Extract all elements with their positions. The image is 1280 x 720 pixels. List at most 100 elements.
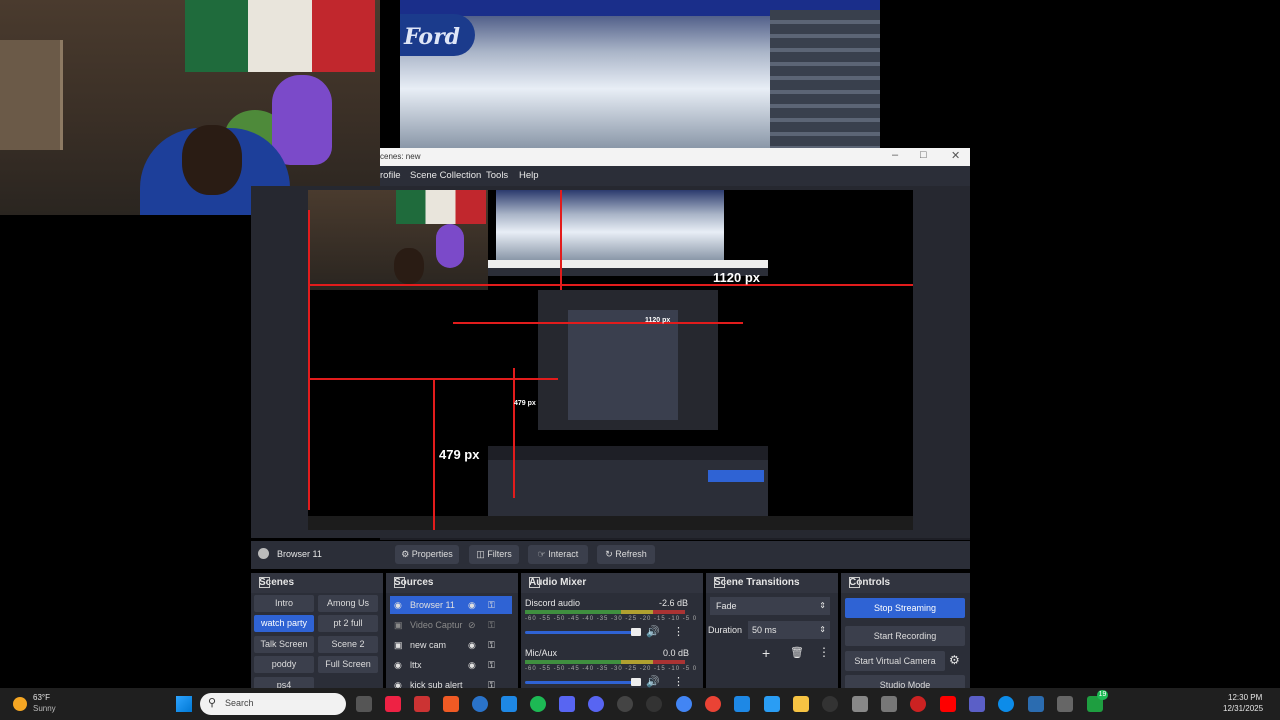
- sun-icon[interactable]: [13, 697, 27, 711]
- stop-streaming-button[interactable]: Stop Streaming: [845, 598, 965, 618]
- undock-icon[interactable]: [259, 577, 270, 588]
- menu-tools[interactable]: Tools: [486, 170, 508, 181]
- obs-titlebar[interactable]: cenes: new – □ ✕: [380, 148, 970, 166]
- channel-discord-name: Discord audio: [525, 598, 581, 608]
- app-icon[interactable]: [414, 696, 430, 712]
- maximize-icon[interactable]: □: [920, 149, 927, 161]
- menu-scene-collection[interactable]: Scene Collection: [410, 170, 481, 181]
- youtube-icon[interactable]: [940, 696, 956, 712]
- add-icon[interactable]: +: [762, 645, 770, 661]
- app-icon[interactable]: [646, 696, 662, 712]
- chrome-icon[interactable]: [705, 696, 721, 712]
- eye-hidden-icon[interactable]: ⊘: [468, 616, 476, 634]
- brave-icon[interactable]: [443, 696, 459, 712]
- notepad-icon[interactable]: [1028, 696, 1044, 712]
- scene-intro[interactable]: Intro: [254, 595, 314, 612]
- obs-preview[interactable]: 1120 px 479 px 1120 px 479 px: [308, 190, 913, 530]
- minimize-icon[interactable]: –: [892, 149, 898, 161]
- studio-mode-button[interactable]: Studio Mode: [845, 675, 965, 688]
- app-icon[interactable]: [764, 696, 780, 712]
- scene-pt-2-full[interactable]: pt 2 full: [318, 615, 378, 632]
- discord-icon[interactable]: [588, 696, 604, 712]
- eye-icon[interactable]: ◉: [468, 656, 476, 674]
- lock-icon[interactable]: ⚿: [488, 636, 495, 654]
- obs-icon[interactable]: [617, 696, 633, 712]
- speaker-icon[interactable]: 🔊: [646, 675, 660, 688]
- globe-icon: ◉: [394, 660, 402, 670]
- inner-width-label: 1120 px: [645, 317, 671, 324]
- duration-input[interactable]: 50 ms ⇕: [748, 621, 830, 639]
- app-icon[interactable]: [472, 696, 488, 712]
- spotify-icon[interactable]: [530, 696, 546, 712]
- close-icon[interactable]: ✕: [951, 149, 960, 162]
- start-recording-button[interactable]: Start Recording: [845, 626, 965, 646]
- browser-source-icon: [258, 548, 269, 559]
- eye-icon[interactable]: ◉: [468, 596, 476, 614]
- scene-full-screen[interactable]: Full Screen: [318, 656, 378, 673]
- chrome-icon[interactable]: [676, 696, 692, 712]
- source-row-lttx[interactable]: ◉ lttx ◉ ⚿: [390, 656, 512, 674]
- scene-talk-screen[interactable]: Talk Screen: [254, 636, 314, 653]
- task-view-icon[interactable]: [356, 696, 372, 712]
- mic-volume-slider[interactable]: [525, 678, 641, 686]
- kebab-menu-icon[interactable]: ⋮: [818, 645, 830, 659]
- bbox-line-inner-v: [513, 368, 515, 498]
- scene-poddy[interactable]: poddy: [254, 656, 314, 673]
- filters-button[interactable]: ◫ Filters: [469, 545, 519, 564]
- trash-icon[interactable]: 🗑: [790, 646, 804, 659]
- copilot-icon[interactable]: [385, 696, 401, 712]
- undock-icon[interactable]: [529, 577, 540, 588]
- app-icon[interactable]: [881, 696, 897, 712]
- clock-date[interactable]: 12/31/2025: [1223, 704, 1263, 713]
- edge-icon[interactable]: [998, 696, 1014, 712]
- scene-ps4[interactable]: ps4: [254, 677, 314, 688]
- preview-obs-window: [488, 260, 768, 530]
- lock-icon[interactable]: ⚿: [488, 676, 495, 688]
- app-icon[interactable]: [559, 696, 575, 712]
- kebab-menu-icon[interactable]: ⋮: [673, 625, 684, 638]
- source-row-kick-sub-alert[interactable]: ◉ kick sub alert ⚿: [390, 676, 512, 688]
- teams-icon[interactable]: [969, 696, 985, 712]
- weather-temp[interactable]: 63°F: [33, 693, 50, 702]
- preview-taskbar: [308, 516, 913, 530]
- start-virtual-camera-button[interactable]: Start Virtual Camera: [845, 651, 945, 671]
- scene-watch-party[interactable]: watch party: [254, 615, 314, 632]
- clock-time[interactable]: 12:30 PM: [1228, 693, 1262, 702]
- eye-icon[interactable]: ◉: [468, 636, 476, 654]
- speaker-icon[interactable]: 🔊: [646, 625, 660, 638]
- db-scale: -60 -55 -50 -45 -40 -35 -30 -25 -20 -15 …: [525, 666, 698, 672]
- undock-icon[interactable]: [714, 577, 725, 588]
- windows-start-icon[interactable]: [176, 696, 192, 712]
- lock-icon[interactable]: ⚿: [488, 656, 495, 674]
- discord-volume-slider[interactable]: [525, 628, 641, 636]
- menu-profile[interactable]: rofile: [380, 170, 401, 181]
- settings-icon[interactable]: [1057, 696, 1073, 712]
- menu-help[interactable]: Help: [519, 170, 539, 181]
- globe-icon: ◉: [394, 600, 402, 610]
- taskbar-search-box[interactable]: ⚲ Search: [200, 693, 346, 715]
- source-row-video-capture[interactable]: ▣ Video Captur ⊘ ⚿: [390, 616, 512, 634]
- scene-scene-2[interactable]: Scene 2: [318, 636, 378, 653]
- spinner-icon[interactable]: ⇕: [819, 621, 826, 639]
- properties-button[interactable]: ⚙ Properties: [395, 545, 459, 564]
- ford-logo: Ford: [400, 14, 475, 56]
- source-row-browser-11[interactable]: ◉ Browser 11 ◉ ⚿: [390, 596, 512, 614]
- lock-icon[interactable]: ⚿: [488, 596, 495, 614]
- windows-taskbar: 63°F Sunny ⚲ Search 19 12:30 PM 12/31/20…: [0, 688, 1280, 720]
- app-icon[interactable]: [822, 696, 838, 712]
- app-icon[interactable]: [734, 696, 750, 712]
- opera-icon[interactable]: [910, 696, 926, 712]
- undock-icon[interactable]: [394, 577, 405, 588]
- photos-icon[interactable]: [501, 696, 517, 712]
- interact-button[interactable]: ☞ Interact: [528, 545, 588, 564]
- gear-icon[interactable]: ⚙: [949, 653, 960, 667]
- undock-icon[interactable]: [849, 577, 860, 588]
- lock-icon[interactable]: ⚿: [488, 616, 495, 634]
- app-icon[interactable]: [852, 696, 868, 712]
- source-row-new-cam[interactable]: ▣ new cam ◉ ⚿: [390, 636, 512, 654]
- scene-among-us[interactable]: Among Us: [318, 595, 378, 612]
- refresh-button[interactable]: ↻ Refresh: [597, 545, 655, 564]
- transition-select[interactable]: Fade ⇕: [710, 597, 830, 615]
- kebab-menu-icon[interactable]: ⋮: [673, 675, 684, 688]
- file-explorer-icon[interactable]: [793, 696, 809, 712]
